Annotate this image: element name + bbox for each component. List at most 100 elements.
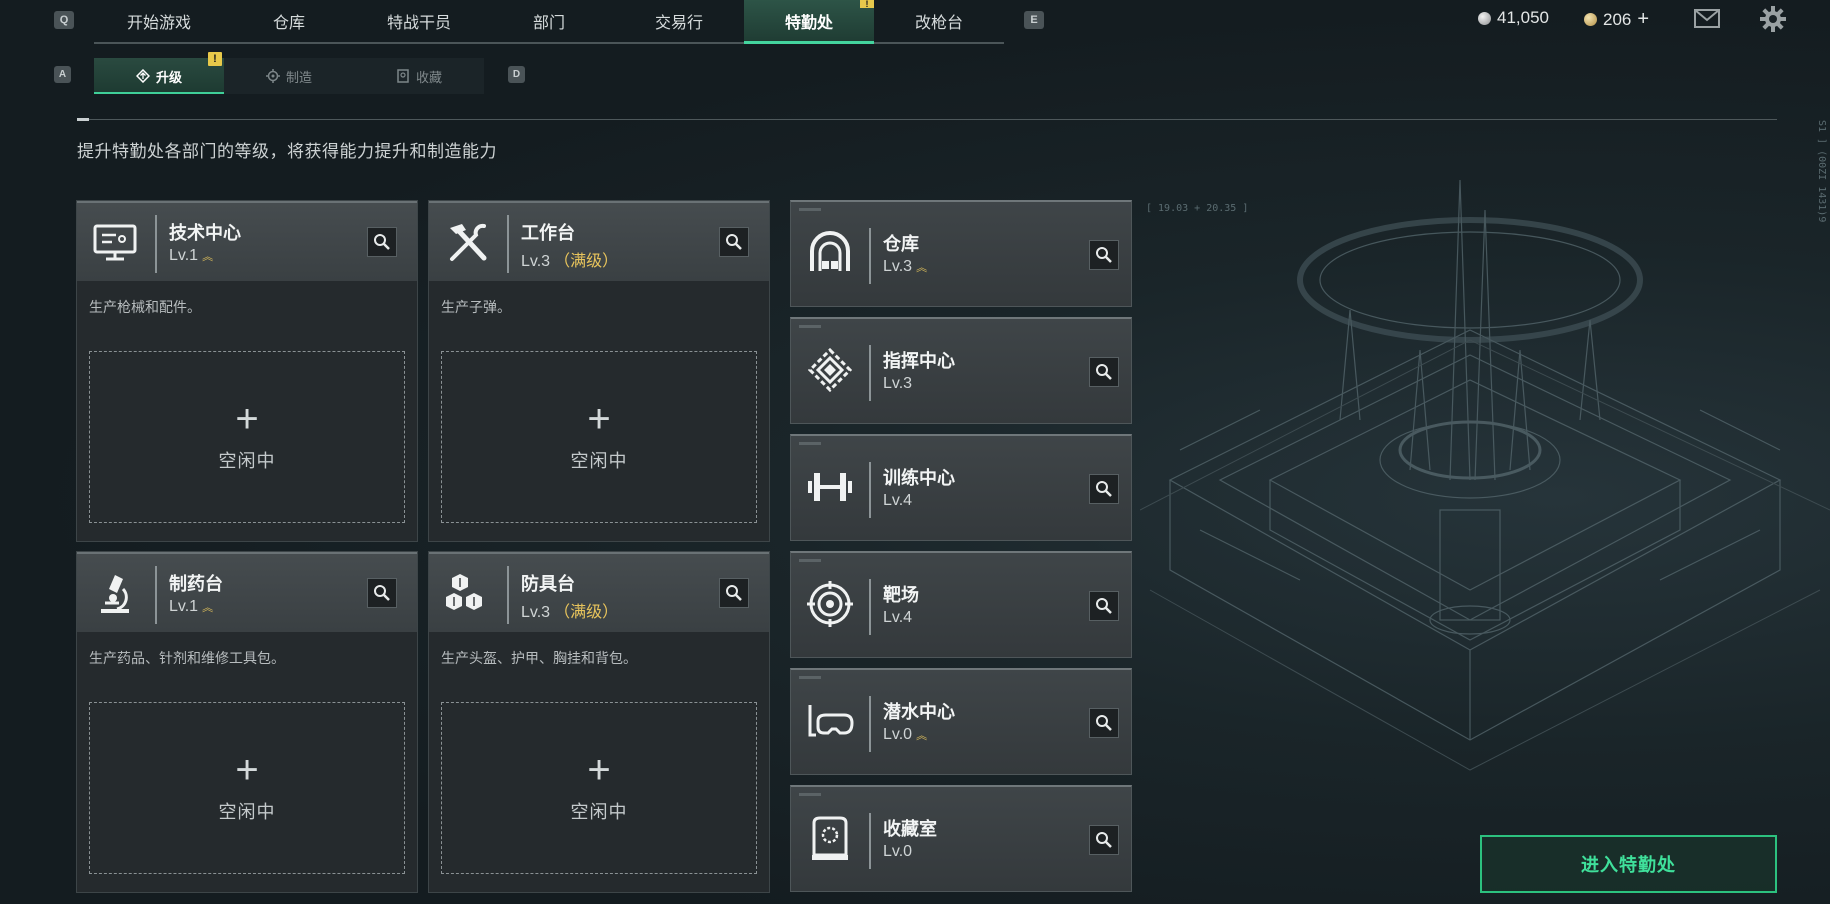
command-center-icon — [805, 345, 855, 395]
subtab-upgrade[interactable]: 升级 ! — [94, 52, 224, 94]
card-level: Lv.4 — [883, 609, 912, 627]
production-slot[interactable]: + 空闲中 — [89, 351, 405, 523]
search-icon — [1096, 481, 1112, 497]
subtab-upgrade-label: 升级 — [155, 69, 182, 85]
card-header: 技术中心 Lv.1 ︽ — [77, 201, 417, 281]
card-tag — [799, 442, 821, 445]
tab-department[interactable]: 部门 — [484, 0, 614, 42]
slot-status: 空闲中 — [218, 802, 276, 822]
facility-card-command-center[interactable]: 指挥中心 Lv.3 — [790, 317, 1132, 424]
card-divider — [869, 462, 871, 518]
key-hint-a: A — [54, 66, 71, 83]
card-title: 训练中心 — [883, 468, 955, 488]
card-divider — [507, 215, 509, 273]
card-level: Lv.3 （满级） — [521, 247, 618, 271]
card-description: 生产枪械和配件。 — [89, 299, 201, 315]
facility-card-warehouse[interactable]: 仓库 Lv.3 ︽ — [790, 200, 1132, 307]
add-currency-button[interactable]: + — [1637, 8, 1649, 31]
search-button[interactable] — [1089, 591, 1119, 621]
gold-amount: 206 — [1603, 9, 1632, 29]
workstation-card-armor-bench: 防具台 Lv.3 （满级） 生产头盔、护甲、胸挂和背包。 + 空闲中 — [428, 551, 770, 893]
enter-special-ops-button[interactable]: 进入特勤处 — [1480, 835, 1777, 893]
silver-currency: 41,050 — [1478, 8, 1549, 28]
card-header: 制药台 Lv.1 ︽ — [77, 552, 417, 632]
key-hint-e: E — [1024, 11, 1044, 29]
search-button[interactable] — [1089, 474, 1119, 504]
gear-icon — [265, 69, 280, 83]
card-title: 工作台 — [521, 223, 575, 243]
level-value: Lv.0 — [883, 726, 913, 743]
microscope-icon — [89, 568, 141, 620]
card-description: 生产头盔、护甲、胸挂和背包。 — [441, 650, 637, 666]
search-icon — [726, 234, 742, 250]
search-button[interactable] — [719, 227, 749, 257]
tab-gunsmith[interactable]: 改枪台 — [874, 0, 1004, 42]
facility-card-diving-center[interactable]: 潜水中心 Lv.0 ︽ — [790, 668, 1132, 775]
upgrade-icon — [135, 69, 150, 83]
armor-boxes-icon — [441, 568, 493, 620]
facility-card-collection-room[interactable]: 收藏室 Lv.0 — [790, 785, 1132, 892]
sub-nav: 升级 ! 制造 收藏 — [94, 52, 484, 94]
card-title: 制药台 — [169, 574, 223, 594]
subtab-collection-label: 收藏 — [415, 69, 442, 85]
card-level: Lv.1 ︽ — [169, 247, 213, 265]
upgrade-arrow-icon: ︽ — [916, 730, 927, 742]
card-level: Lv.0 ︽ — [883, 726, 927, 744]
level-value: Lv.3 — [883, 258, 913, 275]
facility-card-shooting-range[interactable]: 靶场 Lv.4 — [790, 551, 1132, 658]
production-slot[interactable]: + 空闲中 — [441, 702, 757, 874]
gold-currency[interactable]: 206 + — [1584, 8, 1649, 31]
gold-coin-icon — [1584, 13, 1597, 26]
header-rule — [77, 119, 1777, 120]
production-slot[interactable]: + 空闲中 — [89, 702, 405, 874]
warehouse-icon — [805, 228, 855, 278]
search-button[interactable] — [367, 227, 397, 257]
max-level-tag: （满级） — [554, 604, 619, 621]
add-icon: + — [587, 748, 611, 792]
card-description: 生产药品、针剂和维修工具包。 — [89, 650, 285, 666]
card-title: 收藏室 — [883, 819, 937, 839]
card-tag — [799, 676, 821, 679]
search-icon — [1096, 832, 1112, 848]
key-hint-q: Q — [54, 11, 74, 29]
card-divider — [869, 345, 871, 401]
level-value: Lv.4 — [883, 492, 913, 509]
slot-status: 空闲中 — [570, 802, 628, 822]
gear-icon[interactable] — [1760, 6, 1786, 37]
card-level: Lv.3 — [883, 375, 912, 393]
add-icon: + — [587, 397, 611, 441]
tab-trade[interactable]: 交易行 — [614, 0, 744, 42]
level-value: Lv.1 — [169, 598, 199, 615]
card-description: 生产子弹。 — [441, 299, 511, 315]
card-tag — [799, 793, 821, 796]
level-value: Lv.1 — [169, 247, 199, 264]
search-button[interactable] — [367, 578, 397, 608]
search-button[interactable] — [1089, 240, 1119, 270]
card-divider — [507, 566, 509, 624]
card-divider — [155, 215, 157, 273]
level-value: Lv.3 — [883, 375, 913, 392]
silver-amount: 41,050 — [1497, 8, 1549, 27]
search-button[interactable] — [719, 578, 749, 608]
mail-icon[interactable] — [1694, 9, 1720, 33]
card-title: 防具台 — [521, 574, 575, 594]
card-title: 仓库 — [883, 234, 919, 254]
level-value: Lv.0 — [883, 843, 913, 860]
card-divider — [869, 579, 871, 635]
upgrade-arrow-icon: ︽ — [916, 262, 927, 274]
search-button[interactable] — [1089, 708, 1119, 738]
card-title: 靶场 — [883, 585, 919, 605]
tab-start-game[interactable]: 开始游戏 — [94, 0, 224, 42]
tab-warehouse[interactable]: 仓库 — [224, 0, 354, 42]
production-slot[interactable]: + 空闲中 — [441, 351, 757, 523]
search-button[interactable] — [1089, 825, 1119, 855]
card-title: 技术中心 — [169, 223, 241, 243]
facility-card-training-center[interactable]: 训练中心 Lv.4 — [790, 434, 1132, 541]
search-icon — [1096, 715, 1112, 731]
search-button[interactable] — [1089, 357, 1119, 387]
tab-operators[interactable]: 特战干员 — [354, 0, 484, 42]
subtab-craft[interactable]: 制造 — [224, 58, 354, 94]
subtab-collection[interactable]: 收藏 — [354, 58, 484, 94]
tab-special-ops[interactable]: 特勤处 ! — [744, 0, 874, 44]
computer-icon — [89, 217, 141, 269]
